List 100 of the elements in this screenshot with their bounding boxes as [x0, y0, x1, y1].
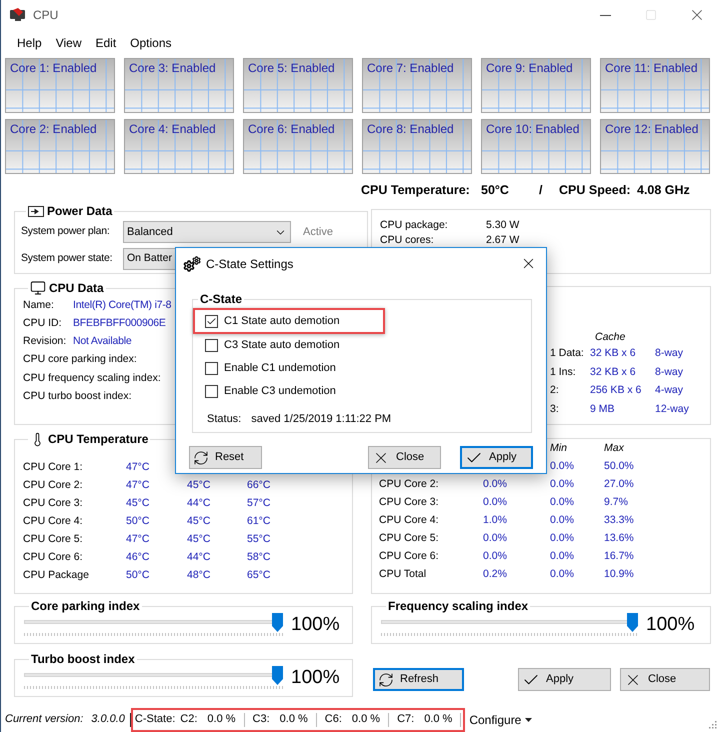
slider-thumb[interactable] [627, 613, 638, 632]
menu-item[interactable]: View [48, 34, 88, 52]
row-label: CPU Core 4: [379, 514, 439, 526]
group-title: Core parking index [31, 598, 140, 615]
cache-ways: 12-way [655, 402, 689, 417]
dropdown[interactable]: Balanced [123, 221, 291, 243]
checkbox[interactable] [205, 385, 218, 398]
temperature-value: 50°C [126, 515, 150, 528]
slider-thumb[interactable] [272, 613, 283, 632]
resize-grip-icon [707, 718, 717, 728]
apply-button[interactable]: Apply [518, 668, 611, 691]
configure-menu[interactable]: Configure [469, 710, 532, 728]
usage-value: 27.0% [604, 478, 634, 490]
cstate-value: 0.0 % [424, 712, 452, 728]
maximize-icon [645, 9, 657, 21]
field-label: Name: [23, 298, 55, 314]
reset-button[interactable]: Reset [189, 446, 262, 469]
group-title: Power Data [47, 203, 112, 220]
checkbox-label: C3 State auto demotion [224, 338, 340, 354]
field-label: System power state: [21, 251, 114, 266]
menu-item[interactable]: Options [123, 34, 179, 52]
minimize-icon [600, 14, 610, 16]
version-label: Current version: [5, 712, 84, 728]
temperature-value: 47°C [126, 479, 150, 492]
slider-value: 100% [646, 614, 695, 636]
cache-ways: 4-way [655, 383, 684, 398]
cache-label: 1 Ins: [550, 364, 577, 380]
usage-value: 33.3% [604, 514, 634, 526]
check-icon [206, 316, 217, 326]
cache-size: 9 MB [590, 402, 616, 417]
cache-size: 256 KB x 6 [590, 383, 642, 398]
usage-value: 50.0% [604, 460, 634, 472]
checkbox[interactable] [205, 362, 218, 375]
cstate-name: C6: [324, 712, 342, 728]
menu-item[interactable]: Edit [88, 34, 124, 52]
slider[interactable] [381, 613, 638, 637]
separator-text: / [539, 182, 544, 199]
row-label: CPU Core 2: [23, 478, 84, 494]
row-label: CPU Total [379, 568, 426, 580]
usage-value: 0.0% [483, 550, 507, 562]
core-label: Core 11: Enabled [605, 61, 698, 75]
usage-value: 1.0% [483, 514, 507, 526]
usage-value: 0.0% [483, 496, 507, 508]
slider[interactable] [24, 613, 283, 637]
refresh-button[interactable]: Refresh [373, 668, 464, 691]
caret-icon [525, 718, 532, 722]
field-label: System power plan: [21, 224, 111, 240]
temperature-value: 57°C [247, 497, 270, 510]
temperature-value: 45°C [126, 497, 150, 510]
cache-label: 1 Data: [550, 346, 585, 362]
core-label: Core 9: Enabled [486, 61, 573, 75]
row-label: CPU Core 1: [23, 460, 84, 476]
reading-label: CPU cores: [380, 232, 435, 248]
cache-ways: 8-way [655, 346, 684, 362]
temperature-value: 50°C [126, 569, 150, 582]
slider-thumb[interactable] [272, 666, 283, 685]
field-value: Not Available [73, 334, 132, 350]
temperature-label: CPU Temperature: [361, 182, 471, 199]
menu-item[interactable]: Help [10, 34, 49, 52]
usage-value: 10.9% [604, 568, 634, 580]
temperature-value: 45°C [187, 515, 210, 528]
field-label: CPU frequency scaling index: [23, 370, 161, 386]
field-label: Revision: [23, 334, 68, 350]
cache-ways: 8-way [655, 364, 684, 380]
cstate-value: 0.0 % [352, 712, 380, 728]
slider-value: 100% [291, 614, 340, 636]
usage-value: 13.6% [604, 532, 634, 544]
core-label: Core 4: Enabled [129, 122, 216, 136]
temperature-value: 58°C [247, 551, 270, 564]
slider[interactable] [24, 666, 283, 690]
core-label: Core 3: Enabled [129, 61, 216, 75]
usage-value: 0.0% [550, 532, 574, 544]
temperature-value: 44°C [187, 551, 210, 564]
refresh-icon [378, 672, 394, 688]
speed-value: 4.08 GHz [637, 182, 690, 199]
row-label: CPU Core 4: [23, 514, 84, 530]
row-label: CPU Package [23, 568, 90, 584]
field-label: CPU core parking index: [23, 352, 137, 368]
apply-button[interactable]: Apply [460, 446, 533, 469]
usage-value: 0.0% [550, 568, 574, 580]
checkbox[interactable] [205, 339, 218, 352]
group-title: Frequency scaling index [388, 598, 528, 615]
field-label: CPU ID: [23, 316, 63, 332]
cstate-name: C2: [180, 712, 198, 728]
close-button[interactable]: Close [368, 446, 441, 469]
cstate-name: C3: [252, 712, 270, 728]
close-button[interactable]: Close [620, 668, 710, 691]
temperature-value: 47°C [126, 533, 150, 546]
cstate-value: 0.0 % [280, 712, 308, 728]
row-label: CPU Core 6: [379, 550, 439, 562]
field-value: BFEBFBFF000906E [73, 316, 166, 332]
usage-value: 16.7% [604, 550, 634, 562]
row-label: CPU Core 3: [23, 496, 84, 512]
temperature-value: 45°C [187, 479, 210, 492]
checkbox-label: Enable C1 undemotion [224, 361, 336, 376]
core-label: Core 6: Enabled [248, 122, 335, 136]
status-text: saved 1/25/2019 1:11:22 PM [251, 412, 392, 427]
group-title: C-State [200, 291, 242, 308]
usage-value: 0.0% [483, 532, 507, 544]
checkbox[interactable] [205, 314, 218, 328]
